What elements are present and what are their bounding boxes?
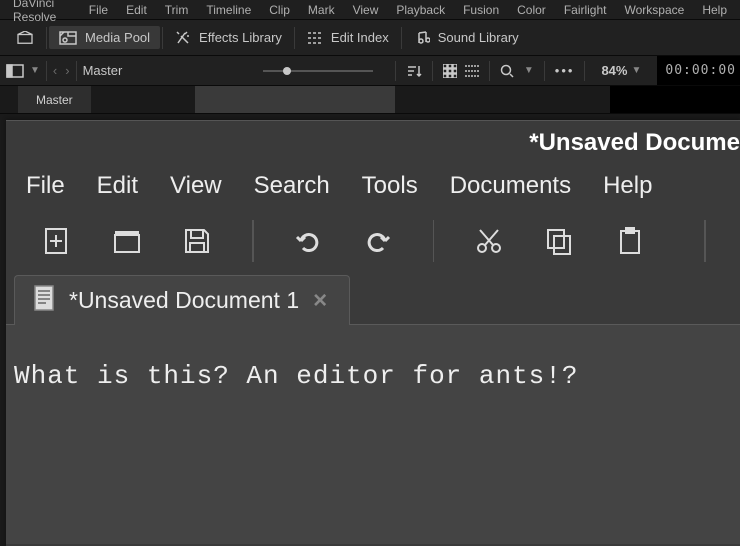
undo-button[interactable] bbox=[292, 224, 325, 258]
edit-index-button[interactable]: Edit Index bbox=[297, 26, 399, 49]
document-tab[interactable]: *Unsaved Document 1 × bbox=[14, 275, 350, 325]
editor-menubar: File Edit View Search Tools Documents He… bbox=[6, 165, 740, 207]
editor-tab-row: *Unsaved Document 1 × bbox=[6, 275, 740, 325]
media-pool-icon bbox=[59, 31, 77, 45]
editor-toolbar bbox=[6, 207, 740, 275]
thumbnail-size-slider[interactable] bbox=[263, 61, 373, 81]
edit-index-icon bbox=[307, 31, 323, 45]
sidebar-toggle-icon[interactable] bbox=[6, 64, 24, 78]
sound-library-button[interactable]: Sound Library bbox=[404, 26, 529, 50]
document-tab-label: *Unsaved Document 1 bbox=[69, 287, 299, 314]
ed-menu-view[interactable]: View bbox=[170, 172, 222, 200]
menu-file[interactable]: File bbox=[80, 1, 117, 19]
ed-menu-documents[interactable]: Documents bbox=[450, 172, 571, 200]
davinci-menubar: DaVinci Resolve File Edit Trim Timeline … bbox=[0, 0, 740, 20]
open-file-button[interactable] bbox=[111, 224, 144, 258]
ed-menu-tools[interactable]: Tools bbox=[362, 172, 418, 200]
edit-index-label: Edit Index bbox=[331, 30, 389, 45]
davinci-toolbar: ▼ ‹ › Master ▼ ••• 84% bbox=[0, 56, 740, 86]
chevron-down-icon[interactable]: ▼ bbox=[524, 65, 534, 76]
menu-workspace[interactable]: Workspace bbox=[616, 1, 694, 19]
ed-menu-search[interactable]: Search bbox=[254, 172, 330, 200]
sort-icon[interactable] bbox=[406, 64, 422, 78]
open-folder-icon bbox=[112, 226, 142, 256]
paste-icon bbox=[615, 226, 645, 256]
breadcrumb[interactable]: Master bbox=[77, 63, 263, 78]
redo-button[interactable] bbox=[362, 224, 395, 258]
davinci-bin-tabs: Master bbox=[0, 86, 740, 114]
menu-mark[interactable]: Mark bbox=[299, 1, 344, 19]
effects-icon bbox=[175, 30, 191, 46]
menu-fairlight[interactable]: Fairlight bbox=[555, 1, 616, 19]
copy-button[interactable] bbox=[543, 224, 576, 258]
search-icon[interactable] bbox=[500, 64, 514, 78]
sound-library-label: Sound Library bbox=[438, 30, 519, 45]
menu-app[interactable]: DaVinci Resolve bbox=[4, 0, 80, 26]
timecode[interactable]: 00:00:00 bbox=[657, 56, 740, 85]
text-editor-window: *Unsaved Docume File Edit View Search To… bbox=[6, 120, 740, 546]
window-title: *Unsaved Docume bbox=[529, 129, 740, 157]
media-pool-button[interactable]: Media Pool bbox=[49, 26, 160, 49]
redo-icon bbox=[363, 226, 393, 256]
menu-trim[interactable]: Trim bbox=[156, 1, 198, 19]
menu-timeline[interactable]: Timeline bbox=[197, 1, 260, 19]
menu-playback[interactable]: Playback bbox=[387, 1, 454, 19]
effects-library-button[interactable]: Effects Library bbox=[165, 26, 292, 50]
ed-menu-file[interactable]: File bbox=[26, 172, 65, 200]
nav-back-icon[interactable]: ‹ bbox=[53, 63, 57, 78]
window-titlebar[interactable]: *Unsaved Docume bbox=[6, 121, 740, 165]
menu-clip[interactable]: Clip bbox=[260, 1, 299, 19]
new-file-icon bbox=[41, 226, 71, 256]
menu-color[interactable]: Color bbox=[508, 1, 555, 19]
list-view-icon[interactable] bbox=[465, 65, 479, 77]
home-icon bbox=[16, 31, 34, 45]
sound-library-icon bbox=[414, 30, 430, 46]
new-file-button[interactable] bbox=[40, 224, 73, 258]
davinci-shelf: Media Pool Effects Library Edit Index So… bbox=[0, 20, 740, 56]
menu-edit[interactable]: Edit bbox=[117, 1, 156, 19]
chevron-down-icon[interactable]: ▼ bbox=[30, 65, 40, 76]
menu-help[interactable]: Help bbox=[693, 1, 736, 19]
effects-library-label: Effects Library bbox=[199, 30, 282, 45]
cut-button[interactable] bbox=[472, 224, 505, 258]
undo-icon bbox=[293, 226, 323, 256]
zoom-value[interactable]: 84% bbox=[601, 63, 627, 78]
cut-icon bbox=[474, 226, 504, 256]
copy-icon bbox=[544, 226, 574, 256]
media-pool-label: Media Pool bbox=[85, 30, 150, 45]
save-button[interactable] bbox=[181, 224, 214, 258]
chevron-down-icon[interactable]: ▼ bbox=[631, 65, 641, 76]
bin-tab-master[interactable]: Master bbox=[18, 86, 91, 113]
menu-fusion[interactable]: Fusion bbox=[454, 1, 508, 19]
close-tab-button[interactable]: × bbox=[313, 287, 327, 315]
menu-view[interactable]: View bbox=[344, 1, 388, 19]
document-icon bbox=[33, 285, 55, 316]
save-icon bbox=[182, 226, 212, 256]
editor-text-area[interactable]: What is this? An editor for ants!? bbox=[6, 324, 740, 544]
editor-content: What is this? An editor for ants!? bbox=[14, 361, 732, 391]
ed-menu-edit[interactable]: Edit bbox=[97, 172, 138, 200]
ed-menu-help[interactable]: Help bbox=[603, 172, 652, 200]
paste-button[interactable] bbox=[614, 224, 647, 258]
more-icon[interactable]: ••• bbox=[555, 63, 575, 78]
grid-view-icon[interactable] bbox=[443, 64, 457, 78]
home-button[interactable] bbox=[6, 27, 44, 49]
nav-forward-icon[interactable]: › bbox=[65, 63, 69, 78]
